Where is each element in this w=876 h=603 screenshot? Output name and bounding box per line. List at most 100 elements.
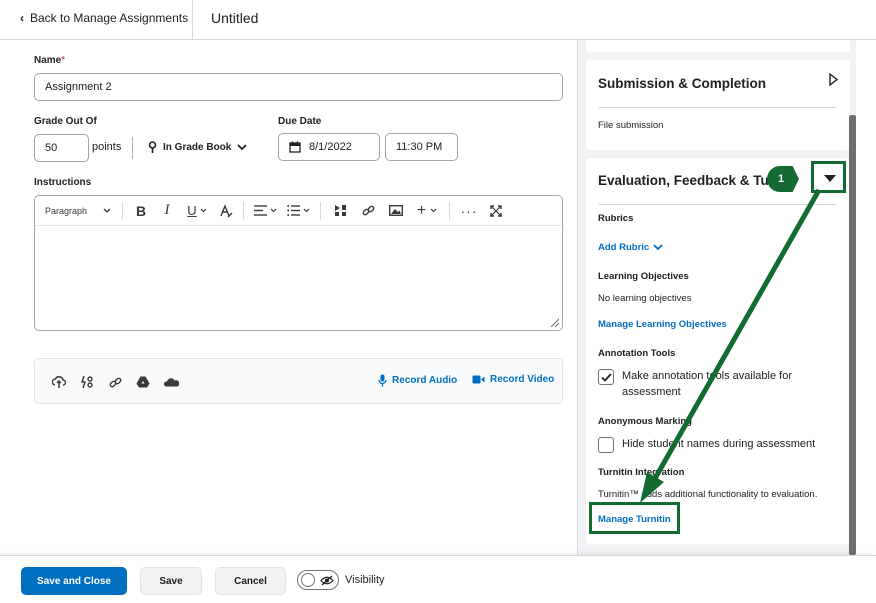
learning-objectives-label: Learning Objectives (598, 271, 689, 282)
link-icon[interactable] (354, 200, 382, 222)
record-video-label: Record Video (490, 374, 555, 385)
underline-glyph: U (187, 203, 197, 218)
toggle-knob (301, 573, 315, 587)
add-rubric-label: Add Rubric (598, 242, 650, 253)
highlight-box-manage-turnitin (589, 502, 680, 534)
more-options-icon[interactable]: ··· (455, 200, 483, 222)
fullscreen-icon[interactable] (483, 200, 509, 222)
footer-bar: Save and Close Save Cancel Visibility (0, 555, 876, 603)
highlight-box-caret (811, 161, 846, 193)
evaluation-feedback-card: Evaluation, Feedback & Turnitin Rubrics … (586, 158, 850, 544)
chevron-down-icon (103, 208, 111, 213)
instructions-editor[interactable]: Paragraph B I U + ··· (34, 195, 563, 331)
visibility-toggle[interactable] (297, 570, 339, 590)
italic-icon[interactable]: I (154, 200, 180, 222)
paragraph-format-dropdown[interactable]: Paragraph (45, 200, 117, 222)
learning-objectives-text: No learning objectives (598, 293, 692, 304)
options-panel: Submission & Completion File submission … (577, 40, 856, 555)
save-and-close-button[interactable]: Save and Close (21, 567, 127, 595)
instructions-label: Instructions (34, 177, 92, 188)
top-bar: ‹ Back to Manage Assignments Untitled (0, 0, 876, 40)
due-date-input[interactable]: 8/1/2022 (278, 133, 380, 161)
image-icon[interactable] (382, 200, 410, 222)
quicklink-icon[interactable] (79, 374, 95, 390)
chevron-down-icon (237, 143, 247, 150)
toolbar-separator (449, 201, 450, 220)
attachments-bar: Record Audio Record Video (34, 358, 563, 404)
checkmark-icon (600, 372, 612, 382)
resize-handle-icon[interactable] (549, 317, 559, 327)
visibility-label: Visibility (345, 574, 385, 586)
back-link-label: Back to Manage Assignments (30, 11, 189, 25)
cancel-button[interactable]: Cancel (215, 567, 286, 595)
due-date-value: 8/1/2022 (309, 141, 352, 153)
card-divider (598, 204, 836, 205)
annotation-tools-checkbox[interactable] (598, 369, 614, 385)
paragraph-label: Paragraph (45, 205, 88, 216)
anonymous-marking-checkbox-label: Hide student names during assessment (622, 438, 816, 450)
toolbar-separator (243, 201, 244, 220)
step-number-badge: 1 (767, 166, 799, 192)
panel-scrollbar[interactable] (849, 115, 856, 555)
plus-glyph: + (416, 201, 427, 219)
page-title: Untitled (211, 10, 259, 26)
text-style-icon[interactable] (214, 200, 238, 222)
required-asterisk: * (61, 55, 66, 66)
chevron-left-icon: ‹ (20, 11, 24, 25)
in-grade-book-dropdown[interactable]: In Grade Book (148, 141, 247, 153)
grade-separator (132, 137, 133, 159)
assignment-form: Name* Assignment 2 Grade Out Of 50 point… (0, 40, 577, 555)
upload-icon[interactable] (51, 374, 67, 390)
evaluation-feedback-title: Evaluation, Feedback & Turnitin (598, 173, 774, 188)
record-video-button[interactable]: Record Video (472, 374, 554, 385)
annotation-tools-label: Annotation Tools (598, 348, 676, 359)
name-label-text: Name (34, 55, 62, 66)
align-icon[interactable] (249, 200, 281, 222)
submission-completion-title: Submission & Completion (598, 76, 767, 91)
name-input[interactable]: Assignment 2 (34, 73, 563, 101)
underline-icon[interactable]: U (180, 200, 214, 222)
record-audio-button[interactable]: Record Audio (378, 374, 457, 387)
insert-plus-icon[interactable]: + (410, 200, 444, 222)
toolbar-separator (122, 201, 123, 220)
attach-link-icon[interactable] (107, 374, 123, 390)
chevron-down-icon (200, 208, 207, 213)
microphone-icon (378, 374, 387, 387)
insert-media-icon[interactable] (326, 200, 354, 222)
list-icon[interactable] (281, 200, 315, 222)
record-audio-label: Record Audio (392, 375, 458, 386)
toolbar-separator (320, 201, 321, 220)
video-camera-icon (472, 375, 485, 384)
rubrics-label: Rubrics (598, 213, 634, 224)
chevron-down-icon (653, 244, 663, 251)
grade-out-of-value: 50 (45, 142, 58, 154)
onedrive-icon[interactable] (163, 374, 179, 390)
due-time-value: 11:30 PM (396, 141, 443, 153)
in-grade-book-label: In Grade Book (163, 141, 232, 153)
back-to-manage-assignments-link[interactable]: ‹ Back to Manage Assignments (20, 11, 188, 25)
due-date-label: Due Date (278, 116, 322, 127)
editor-toolbar: Paragraph B I U + ··· (35, 196, 562, 226)
save-button[interactable]: Save (140, 567, 202, 595)
topbar-divider (192, 0, 193, 40)
card-divider (598, 107, 836, 108)
grade-out-of-input[interactable]: 50 (34, 134, 89, 162)
bold-icon[interactable]: B (128, 200, 154, 222)
eye-hidden-icon (320, 575, 334, 586)
turnitin-description: Turnitin™ adds additional functionality … (598, 489, 818, 500)
pin-icon (148, 141, 157, 153)
anonymous-marking-checkbox[interactable] (598, 437, 614, 453)
google-drive-icon[interactable] (135, 374, 151, 390)
annotation-tools-checkbox-label: Make annotation tools available for asse… (622, 370, 792, 398)
name-input-value: Assignment 2 (45, 81, 112, 93)
annotation-tools-option: Make annotation tools available for asse… (598, 368, 828, 400)
anonymous-marking-option: Hide student names during assessment (598, 436, 838, 453)
add-rubric-button[interactable]: Add Rubric (598, 242, 663, 253)
chevron-right-icon[interactable] (829, 73, 838, 86)
manage-learning-objectives-link[interactable]: Manage Learning Objectives (598, 319, 727, 330)
due-time-input[interactable]: 11:30 PM (385, 133, 458, 161)
previous-card (586, 40, 850, 52)
submission-completion-card[interactable]: Submission & Completion File submission (586, 60, 850, 150)
submission-type-text: File submission (598, 120, 664, 131)
turnitin-integration-label: Turnitin Integration (598, 467, 685, 478)
